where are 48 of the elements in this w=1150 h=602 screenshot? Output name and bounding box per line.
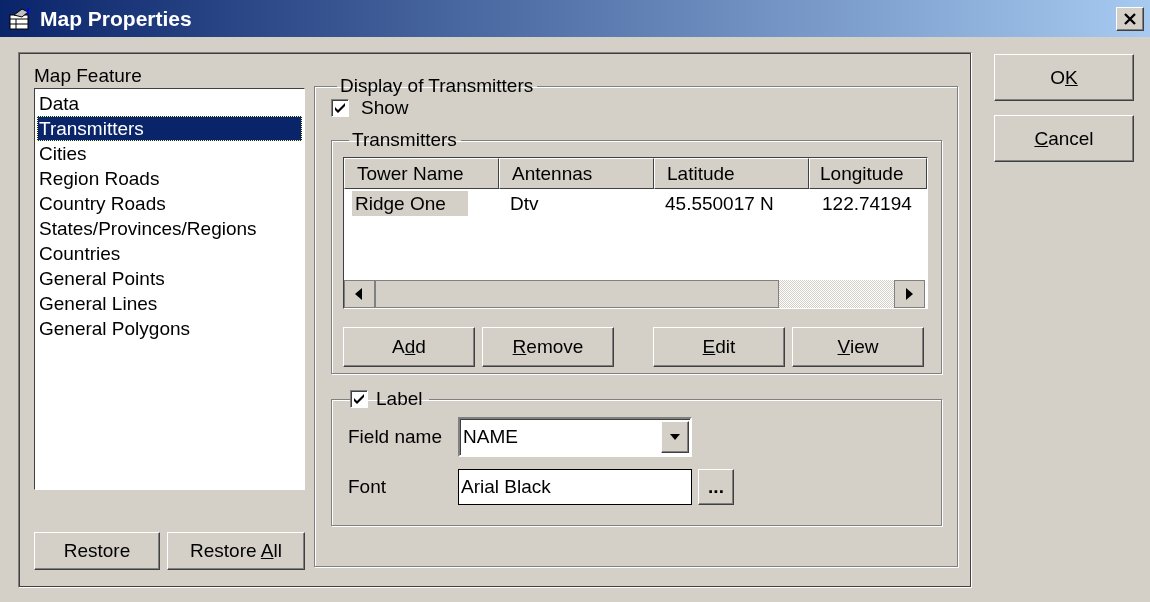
table-cell-text: Dtv <box>509 192 540 216</box>
action-button[interactable]: Add <box>343 327 475 367</box>
dialog-button[interactable]: Cancel <box>994 115 1134 162</box>
field-label: Field name <box>348 426 443 448</box>
restore-button[interactable]: Restore All <box>167 532 305 570</box>
field-label: Font <box>348 476 388 498</box>
table-cell-text: 45.550017 N <box>664 192 775 216</box>
list-item[interactable]: General Polygons <box>37 316 302 341</box>
field-name-dropdown[interactable]: NAME <box>458 417 692 457</box>
list-item[interactable]: Data <box>37 91 302 116</box>
show-checkbox[interactable] <box>331 99 349 117</box>
list-label: Map Feature <box>34 65 143 87</box>
checkmark-icon <box>334 102 346 114</box>
label-checkbox[interactable] <box>350 390 368 408</box>
column-header[interactable]: Tower Name <box>344 158 499 189</box>
action-button[interactable]: Edit <box>653 327 785 367</box>
table-cell: Ridge One <box>352 191 468 216</box>
table-cell-text: 122.74194 <box>821 192 913 216</box>
list-item[interactable]: States/Provinces/Regions <box>37 216 302 241</box>
list-item[interactable]: General Lines <box>37 291 302 316</box>
font-field[interactable]: Arial Black <box>458 469 692 505</box>
list-item[interactable]: General Points <box>37 266 302 291</box>
close-icon <box>1123 12 1137 25</box>
list-item[interactable]: Countries <box>37 241 302 266</box>
browse-button[interactable]: ... <box>698 469 734 505</box>
column-header[interactable]: Longitude <box>809 158 927 189</box>
checkmark-icon <box>353 393 365 405</box>
list-item[interactable]: Region Roads <box>37 166 302 191</box>
close-button[interactable] <box>1116 6 1144 31</box>
window-title: Map Properties <box>40 6 193 31</box>
list-item[interactable]: Transmitters <box>37 116 302 141</box>
group-title: Transmitters <box>351 129 458 151</box>
action-button[interactable]: View <box>792 327 924 367</box>
column-header[interactable]: Antennas <box>499 158 654 189</box>
checkbox-label: Label <box>376 388 423 410</box>
restore-button[interactable]: Restore <box>34 532 160 570</box>
caret-icon <box>669 433 681 441</box>
dialog-button[interactable]: OK <box>994 54 1134 101</box>
dropdown-button[interactable] <box>661 421 689 453</box>
properties-icon <box>8 6 32 31</box>
column-header[interactable]: Latitude <box>654 158 809 189</box>
horizontal-scrollbar[interactable] <box>344 280 925 308</box>
feature-list[interactable]: Data Transmitters Cities Region Roads Country Roads States/Provinces/Regions Countries General Points General Lines General Polygons <box>34 88 305 490</box>
group-title: Display of Transmitters <box>339 75 535 97</box>
list-item[interactable]: Cities <box>37 141 302 166</box>
action-button[interactable]: Remove <box>482 327 614 367</box>
checkbox-label: Show <box>361 97 409 119</box>
list-item[interactable]: Country Roads <box>37 191 302 216</box>
